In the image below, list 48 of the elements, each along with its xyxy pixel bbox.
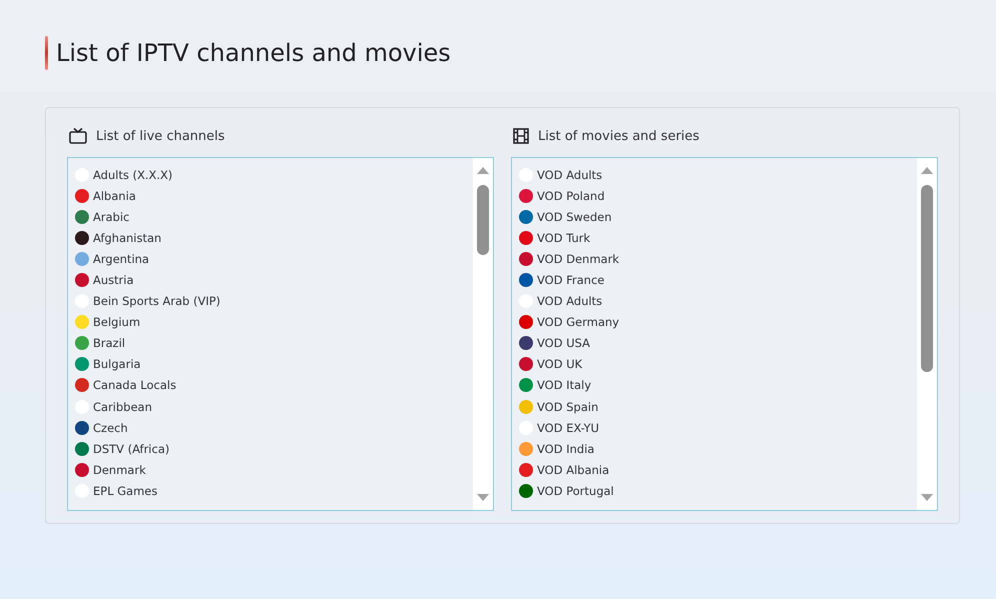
- list-item[interactable]: VOD Albania: [537, 462, 610, 477]
- list-item[interactable]: VOD Spain: [537, 400, 598, 414]
- list-item[interactable]: Canada Locals: [93, 378, 176, 392]
- list-item[interactable]: VOD Italy: [537, 378, 592, 392]
- scrollbar-thumb[interactable]: [477, 185, 489, 255]
- list-item[interactable]: VOD India: [537, 442, 594, 456]
- scrollbar[interactable]: [917, 158, 937, 510]
- list-item[interactable]: Bulgaria: [93, 357, 141, 372]
- list-item[interactable]: Arabic: [93, 210, 130, 224]
- list-item[interactable]: Brazil: [93, 336, 126, 350]
- list-item[interactable]: EPL Games: [93, 484, 158, 498]
- scroll-down-icon[interactable]: [477, 494, 489, 501]
- accent-bar: [45, 36, 48, 70]
- list-item[interactable]: VOD Portugal: [537, 484, 614, 498]
- list-item[interactable]: VOD UK: [537, 357, 582, 372]
- scrollbar[interactable]: [473, 158, 493, 510]
- list-box[interactable]: Adults (X.X.X) Albania Arabic Afghanistan Argentina Austria Bein Sports Arab (VIP) Belgium Brazil Bulgaria Canada Locals Caribbean Czech DSTV (Africa) Denmark EPL Games: [67, 157, 494, 511]
- scroll-up-icon[interactable]: [477, 167, 489, 174]
- list-item[interactable]: Belgium: [93, 315, 140, 330]
- list-item[interactable]: VOD Denmark: [537, 252, 620, 266]
- list-item[interactable]: VOD Adults: [537, 294, 602, 308]
- scrollbar-thumb[interactable]: [921, 185, 933, 372]
- list-item[interactable]: Austria: [93, 273, 134, 288]
- list-item[interactable]: VOD EX-YU: [537, 420, 600, 435]
- list-item[interactable]: VOD Sweden: [537, 210, 612, 224]
- page-title: List of IPTV channels and movies: [56, 39, 451, 67]
- list-item[interactable]: VOD Poland: [537, 188, 605, 203]
- list-item[interactable]: VOD Germany: [537, 315, 620, 330]
- list-item[interactable]: Denmark: [93, 462, 146, 477]
- list-item[interactable]: Bein Sports Arab (VIP): [93, 294, 220, 308]
- list-item[interactable]: VOD USA: [537, 336, 590, 350]
- panel-heading: List of movies and series: [538, 128, 700, 144]
- list-item[interactable]: Afghanistan: [93, 230, 162, 245]
- list-item[interactable]: VOD France: [537, 273, 604, 288]
- list-item[interactable]: Caribbean: [93, 400, 152, 414]
- panel-heading: List of live channels: [96, 128, 225, 144]
- list-item[interactable]: Adults (X.X.X): [93, 168, 173, 182]
- list-item[interactable]: VOD Turk: [537, 230, 590, 245]
- list-item[interactable]: VOD Adults: [537, 168, 602, 182]
- film-icon: [513, 128, 529, 144]
- list-item[interactable]: Czech: [93, 420, 128, 435]
- list-box[interactable]: VOD Adults VOD Poland VOD Sweden VOD Turk VOD Denmark VOD France VOD Adults VOD Germany VOD USA VOD UK VOD Italy VOD Spain VOD EX-YU VOD India VOD Albania VOD Portugal: [511, 157, 938, 511]
- tv-icon: [69, 128, 87, 144]
- list-item[interactable]: DSTV (Africa): [93, 442, 170, 456]
- scroll-down-icon[interactable]: [921, 494, 933, 501]
- scroll-up-icon[interactable]: [921, 167, 933, 174]
- list-item[interactable]: Argentina: [93, 252, 150, 266]
- list-item[interactable]: Albania: [93, 188, 136, 203]
